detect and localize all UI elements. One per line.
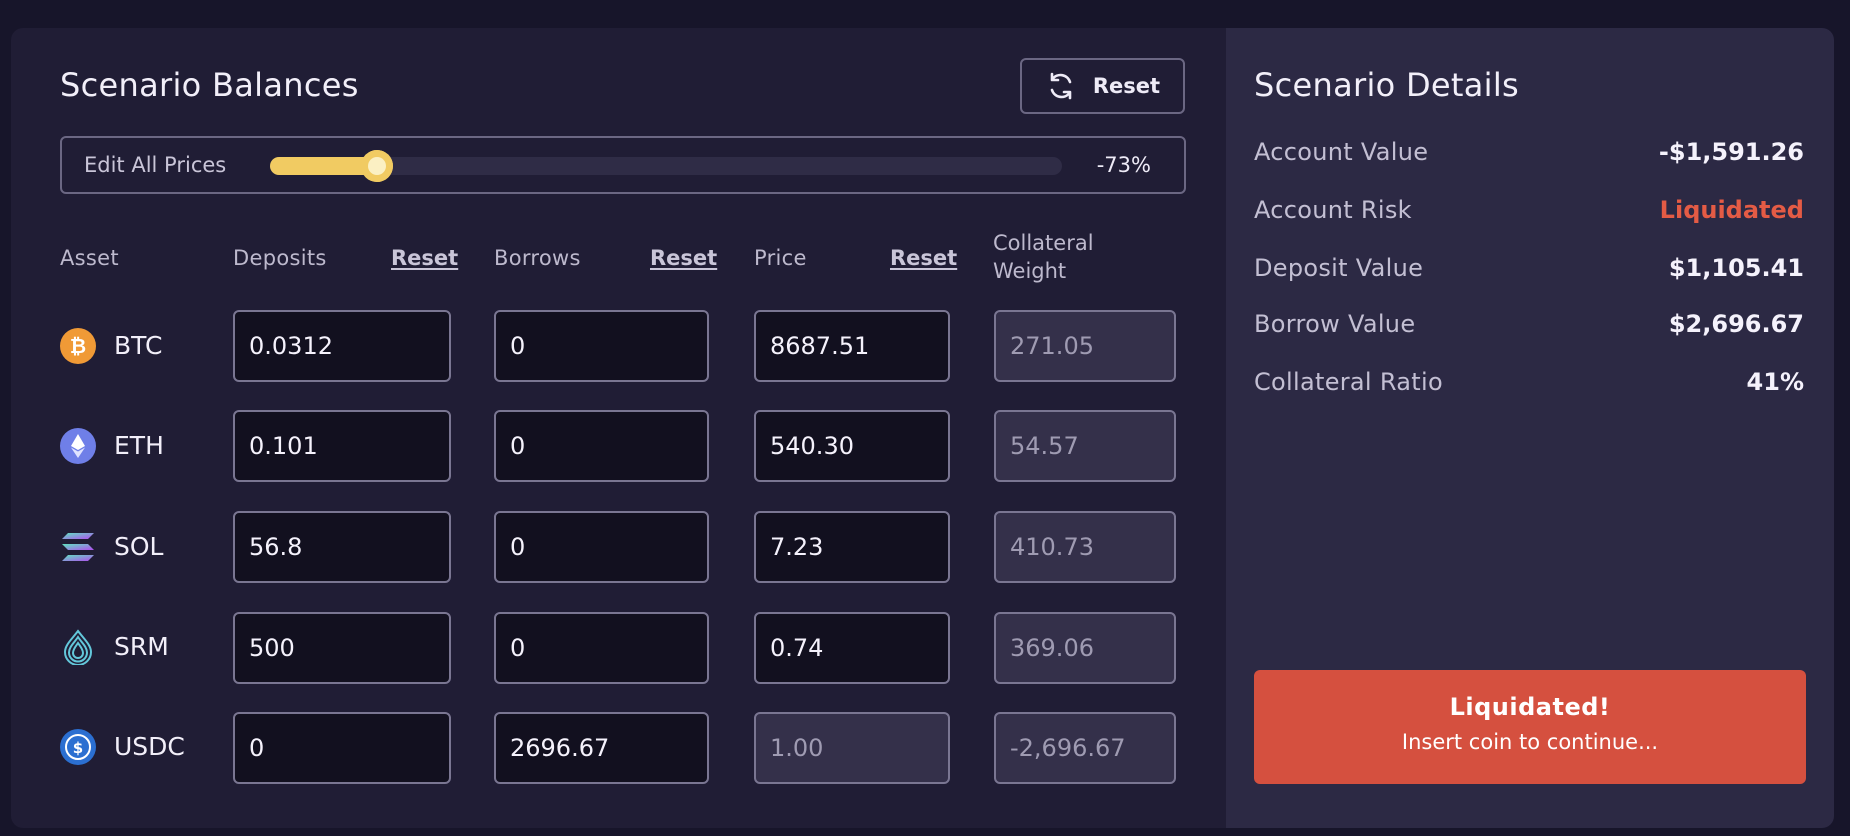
price-input[interactable] <box>754 310 950 382</box>
btc-icon: ₿ <box>60 328 96 364</box>
header-asset: Asset <box>60 246 119 270</box>
borrow-value: $2,696.67 <box>1668 310 1804 338</box>
scenario-details-title: Scenario Details <box>1254 66 1520 104</box>
liquidated-title: Liquidated! <box>1449 693 1611 721</box>
borrows-input[interactable] <box>494 511 709 583</box>
deposits-input[interactable] <box>233 310 451 382</box>
asset-name: ETH <box>114 431 164 460</box>
asset-name: BTC <box>114 331 163 360</box>
refresh-icon <box>1050 72 1072 100</box>
asset-name: SRM <box>114 632 169 661</box>
header-price: Price <box>754 246 807 270</box>
reset-all-button[interactable]: Reset <box>1020 58 1185 114</box>
liquidated-subtitle: Insert coin to continue... <box>1401 730 1659 754</box>
deposits-input[interactable] <box>233 612 451 684</box>
borrow-value-label: Borrow Value <box>1254 310 1416 338</box>
header-borrows: Borrows <box>494 246 581 270</box>
simulator-card: Scenario Balances Reset Edit All Prices … <box>11 28 1834 828</box>
asset-name: USDC <box>114 732 185 761</box>
eth-icon <box>60 428 96 464</box>
account-risk-label: Account Risk <box>1254 196 1412 224</box>
price-input[interactable] <box>754 612 950 684</box>
collateral-ratio-label: Collateral Ratio <box>1254 368 1443 396</box>
deposit-value-label: Deposit Value <box>1254 254 1424 282</box>
account-risk-value: Liquidated <box>1659 196 1804 224</box>
price-slider-thumb[interactable] <box>360 150 393 182</box>
borrows-input[interactable] <box>494 410 709 482</box>
reset-all-label: Reset <box>1092 74 1161 98</box>
scenario-details-panel: Scenario Details Account Value -$1,591.2… <box>1226 28 1834 828</box>
price-field <box>754 712 950 784</box>
price-reset-link[interactable]: Reset <box>890 246 957 270</box>
price-input[interactable] <box>754 410 950 482</box>
sol-icon <box>62 533 94 561</box>
scenario-balances-panel: Scenario Balances Reset Edit All Prices … <box>11 28 1226 828</box>
collateral-weight-field <box>994 612 1176 684</box>
borrows-input[interactable] <box>494 612 709 684</box>
svg-text:$: $ <box>73 739 83 757</box>
srm-icon <box>63 629 93 665</box>
deposits-input[interactable] <box>233 410 451 482</box>
price-input[interactable] <box>754 511 950 583</box>
scenario-balances-title: Scenario Balances <box>60 66 359 104</box>
deposit-value: $1,105.41 <box>1668 254 1804 282</box>
price-slider-track[interactable] <box>270 150 1062 182</box>
asset-name: SOL <box>114 532 164 561</box>
edit-all-prices-control: Edit All Prices -73% <box>60 136 1186 194</box>
edit-all-prices-value: -73% <box>1096 153 1151 177</box>
liquidated-alert-button[interactable]: Liquidated! Insert coin to continue... <box>1254 670 1806 784</box>
collateral-ratio-value: 41% <box>1746 368 1804 396</box>
borrows-reset-link[interactable]: Reset <box>650 246 717 270</box>
svg-text:₿: ₿ <box>70 334 86 358</box>
header-collateral-line2: Weight <box>993 259 1067 283</box>
account-value-label: Account Value <box>1254 138 1429 166</box>
header-deposits: Deposits <box>233 246 327 270</box>
collateral-weight-field <box>994 310 1176 382</box>
edit-all-prices-label: Edit All Prices <box>84 153 227 177</box>
usdc-icon: $ <box>60 729 96 765</box>
deposits-input[interactable] <box>233 511 451 583</box>
header-collateral-line1: Collateral <box>993 231 1094 255</box>
collateral-weight-field <box>994 511 1176 583</box>
account-value: -$1,591.26 <box>1658 138 1804 166</box>
collateral-weight-field <box>994 410 1176 482</box>
header-collateral-weight: Collateral Weight <box>993 229 1094 285</box>
borrows-input[interactable] <box>494 712 709 784</box>
borrows-input[interactable] <box>494 310 709 382</box>
collateral-weight-field <box>994 712 1176 784</box>
deposits-input[interactable] <box>233 712 451 784</box>
deposits-reset-link[interactable]: Reset <box>391 246 458 270</box>
